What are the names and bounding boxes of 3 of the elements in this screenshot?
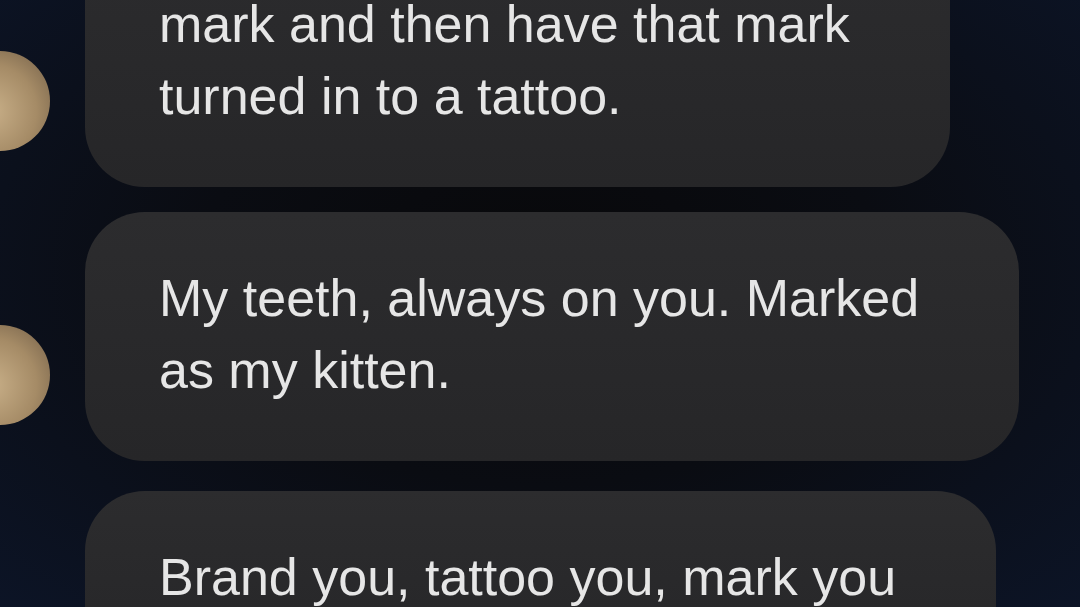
message-bubble: My teeth, always on you. Marked as my kitten.: [85, 212, 1020, 461]
message-bubble: mark and then have that mark turned in to a tattoo.: [85, 0, 950, 187]
message-bubble: Brand you, tattoo you, mark you: [85, 491, 997, 607]
